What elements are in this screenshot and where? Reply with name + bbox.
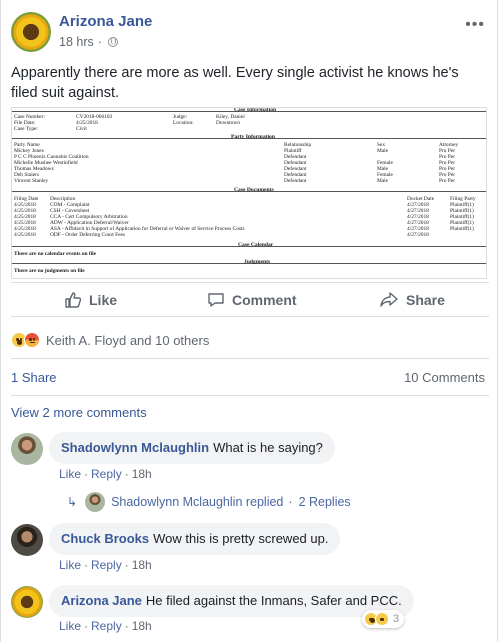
reply-arrow-icon: ↳ — [67, 495, 78, 509]
comment-time[interactable]: 18h — [132, 558, 152, 572]
comment-like-link[interactable]: Like — [59, 558, 81, 572]
reactions-summary[interactable]: Keith A. Floyd and 10 others — [11, 331, 209, 349]
replies-link[interactable]: ↳ Shadowlynn Mclaughlin replied · 2 Repl… — [67, 492, 351, 512]
like-label: Like — [89, 292, 118, 308]
post-time[interactable]: 18 hrs — [59, 35, 94, 49]
commenter-name[interactable]: Shadowlynn Mclaughlin — [61, 440, 209, 455]
separator: · — [124, 467, 129, 481]
thumbs-up-icon — [65, 292, 82, 308]
share-count-link[interactable]: 1 Share — [11, 370, 57, 385]
doc-section-judgments: Judgments — [244, 259, 271, 265]
post-action-bar: Like Comment Share — [11, 283, 489, 317]
doc-section-calendar: Case Calendar — [238, 242, 274, 248]
comment-reply-link[interactable]: Reply — [91, 558, 122, 572]
comment-text: What is he saying? — [213, 440, 323, 455]
author-avatar[interactable] — [11, 12, 51, 52]
separator: · — [97, 35, 102, 49]
globe-icon — [107, 37, 118, 47]
comment-meta: Like · Reply · 18h — [59, 619, 152, 633]
doc-filing-date: 4/25/2018 — [14, 232, 36, 238]
comment-time[interactable]: 18h — [132, 619, 152, 633]
doc-description: ODF - Order Deferring Court Fees — [50, 232, 126, 238]
replies-text: Shadowlynn Mclaughlin replied — [111, 495, 284, 509]
comment-reaction-badge[interactable]: 3 — [362, 610, 405, 628]
comment-bubble: Chuck Brooks Wow this is pretty screwed u… — [49, 523, 341, 555]
comment-meta: Like · Reply · 18h — [59, 558, 152, 572]
comment-bubble: Arizona Jane He filed against the Inmans,… — [49, 585, 414, 617]
doc-value: Downtown — [216, 120, 240, 126]
view-more-comments-link[interactable]: View 2 more comments — [11, 405, 147, 420]
doc-party-atty: Pro Per — [439, 178, 456, 184]
doc-no-calendar: There are no calendar events on file — [14, 251, 97, 257]
separator: · — [84, 467, 89, 481]
comment-count-link[interactable]: 10 Comments — [404, 370, 485, 385]
post-card: Arizona Jane 18 hrs · ••• Apparently ther… — [0, 0, 498, 642]
like-button[interactable]: Like — [64, 291, 117, 309]
divider — [11, 395, 489, 396]
share-button[interactable]: Share — [379, 291, 445, 309]
doc-party-sex: Male — [377, 148, 389, 154]
comment-reply-link[interactable]: Reply — [91, 467, 122, 481]
doc-value: Civil — [76, 126, 87, 132]
angry-reaction-icon — [24, 332, 40, 348]
share-label: Share — [406, 292, 445, 308]
doc-party-rel: Defendant — [284, 178, 307, 184]
comment-text: He filed against the Inmans, Safer and P… — [145, 593, 402, 608]
share-arrow-icon — [380, 292, 398, 307]
comment-reply-link[interactable]: Reply — [91, 619, 122, 633]
doc-label: Location: — [173, 120, 194, 126]
post-author[interactable]: Arizona Jane — [59, 13, 152, 30]
comment-button[interactable]: Comment — [207, 291, 297, 309]
post-timestamp[interactable]: 18 hrs · — [59, 35, 118, 49]
post-image-document[interactable]: Case Information Case Number: CV2018-006… — [11, 107, 487, 279]
commenter-avatar[interactable] — [11, 524, 43, 556]
comment-text: Wow this is pretty screwed up. — [153, 531, 329, 546]
comment-bubble: Shadowlynn Mclaughlin What is he saying? — [49, 432, 335, 464]
haha-reaction-icon — [375, 612, 389, 626]
commenter-name[interactable]: Chuck Brooks — [61, 531, 149, 546]
separator: · — [288, 495, 293, 509]
comment-meta: Like · Reply · 18h — [59, 467, 152, 481]
divider — [11, 358, 489, 359]
doc-no-judgments: There are no judgments on file — [14, 268, 85, 274]
comment-reaction-count: 3 — [393, 613, 400, 625]
commenter-name[interactable]: Arizona Jane — [61, 593, 142, 608]
doc-section-party: Party Information — [231, 134, 275, 140]
more-options-button[interactable]: ••• — [465, 16, 485, 34]
comment-time[interactable]: 18h — [132, 467, 152, 481]
separator: · — [124, 558, 129, 572]
separator: · — [84, 558, 89, 572]
comment-bubble-icon — [208, 293, 224, 307]
doc-docket-date: 4/27/2018 — [407, 232, 429, 238]
doc-label: Case Type: — [14, 126, 38, 132]
separator: · — [124, 619, 129, 633]
comment-like-link[interactable]: Like — [59, 619, 81, 633]
doc-party-name: Vincent Stanley — [14, 178, 49, 184]
commenter-avatar[interactable] — [11, 433, 43, 465]
comment-label: Comment — [232, 292, 297, 308]
doc-party-sex: Male — [377, 178, 389, 184]
commenter-avatar[interactable] — [11, 586, 43, 618]
comment-like-link[interactable]: Like — [59, 467, 81, 481]
replier-avatar — [85, 492, 106, 512]
doc-section-case-info: Case Information — [234, 107, 277, 113]
reaction-names[interactable]: Keith A. Floyd and 10 others — [46, 333, 209, 348]
doc-section-docs: Case Documents — [234, 187, 274, 193]
separator: · — [84, 619, 89, 633]
post-text: Apparently there are more as well. Every… — [11, 65, 459, 101]
doc-filing-party: Plaintiff(1) — [450, 226, 474, 232]
replies-count: 2 Replies — [298, 495, 351, 509]
